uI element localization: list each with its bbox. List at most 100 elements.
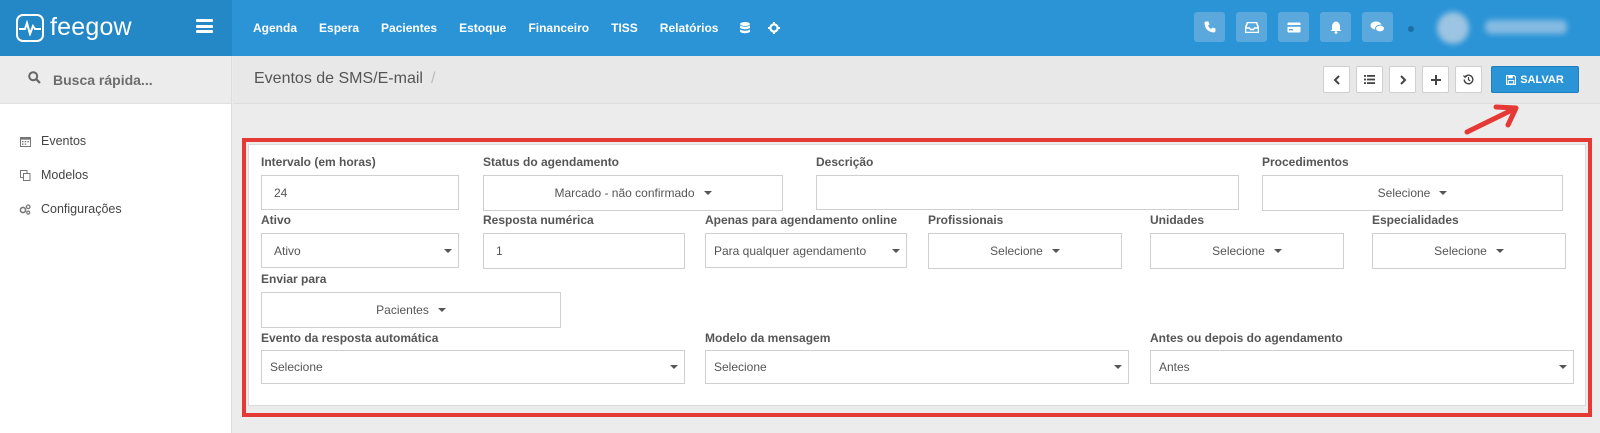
evento-auto-select[interactable]: Selecione <box>261 350 685 384</box>
especialidades-label: Especialidades <box>1372 213 1459 227</box>
caret-down-icon <box>1495 249 1504 253</box>
caret-down-icon <box>703 191 712 195</box>
next-button[interactable] <box>1389 66 1416 93</box>
unidades-label: Unidades <box>1150 213 1205 227</box>
unidades-dropdown[interactable]: Selecione <box>1150 233 1344 269</box>
enviar-dropdown[interactable]: Pacientes <box>261 292 561 328</box>
breadcrumb-separator: / <box>430 70 436 87</box>
descricao-input[interactable] <box>816 175 1239 210</box>
previous-button[interactable] <box>1323 66 1350 93</box>
online-select[interactable]: Para qualquer agendamento <box>705 233 907 268</box>
evento-auto-value: Selecione <box>270 360 323 374</box>
antes-depois-value: Antes <box>1159 360 1190 374</box>
profissionais-dropdown[interactable]: Selecione <box>928 233 1122 269</box>
antes-depois-label: Antes ou depois do agendamento <box>1150 331 1343 345</box>
ativo-value: Ativo <box>274 243 301 258</box>
especialidades-dropdown[interactable]: Selecione <box>1372 233 1566 269</box>
user-name-blurred[interactable] <box>1485 20 1567 34</box>
online-status-dot <box>1408 26 1414 32</box>
caret-down-icon <box>1559 365 1567 369</box>
sidebar-menu: Eventos Modelos Configurações <box>0 104 231 226</box>
caret-down-icon <box>1114 365 1122 369</box>
profissionais-value: Selecione <box>990 244 1043 258</box>
chevron-left-icon <box>1333 74 1340 85</box>
caret-down-icon <box>1273 249 1282 253</box>
avatar[interactable] <box>1437 12 1469 44</box>
modelo-select[interactable]: Selecione <box>705 350 1129 384</box>
sidebar-item-label: Configurações <box>41 202 122 216</box>
sidebar-item-label: Eventos <box>41 134 87 148</box>
cogs-icon <box>19 203 31 215</box>
nav-espera[interactable]: Espera <box>319 21 359 35</box>
nav-estoque[interactable]: Estoque <box>459 21 506 35</box>
caret-down-icon <box>1051 249 1060 253</box>
page-title-text: Eventos de SMS/E-mail <box>254 70 423 87</box>
antes-depois-select[interactable]: Antes <box>1150 350 1574 384</box>
resposta-label: Resposta numérica <box>483 213 594 227</box>
enviar-label: Enviar para <box>261 272 327 286</box>
status-label: Status do agendamento <box>483 155 620 169</box>
card-icon[interactable] <box>1278 12 1309 42</box>
nav-relatorios[interactable]: Relatórios <box>660 21 719 35</box>
evento-auto-label: Evento da resposta automática <box>261 331 439 345</box>
feegow-logo-icon[interactable] <box>16 14 44 42</box>
inbox-icon[interactable] <box>1236 12 1267 42</box>
sidebar-item-configuracoes[interactable]: Configurações <box>0 192 231 226</box>
save-button[interactable]: SALVAR <box>1491 66 1579 93</box>
phone-icon[interactable] <box>1194 12 1225 42</box>
menu-toggle-icon[interactable] <box>196 19 213 33</box>
caret-down-icon <box>1439 191 1448 195</box>
database-icon[interactable] <box>740 22 751 34</box>
enviar-value: Pacientes <box>376 303 429 317</box>
sidebar-item-modelos[interactable]: Modelos <box>0 158 231 192</box>
brand-area: feegow <box>0 0 232 56</box>
bell-icon[interactable] <box>1320 12 1351 42</box>
history-button[interactable] <box>1455 66 1482 93</box>
descricao-label: Descrição <box>816 155 874 169</box>
procedimentos-value: Selecione <box>1377 186 1431 200</box>
nav-pacientes[interactable]: Pacientes <box>381 21 437 35</box>
chevron-right-icon <box>1399 74 1406 85</box>
event-form-panel: Intervalo (em horas) 24 Status do agenda… <box>248 144 1586 406</box>
caret-down-icon <box>670 365 678 369</box>
caret-down-icon <box>892 248 900 253</box>
modelo-value: Selecione <box>714 360 767 374</box>
copy-icon <box>19 169 31 181</box>
top-navbar: feegow Agenda Espera Pacientes Estoque F… <box>0 0 1600 56</box>
record-toolbar <box>1323 66 1482 93</box>
unidades-value: Selecione <box>1212 244 1265 258</box>
page-title: Eventos de SMS/E-mail / <box>254 70 435 88</box>
sidebar-item-eventos[interactable]: Eventos <box>0 124 231 158</box>
profissionais-label: Profissionais <box>928 213 1004 227</box>
procedimentos-dropdown[interactable]: Selecione <box>1262 175 1563 211</box>
save-button-label: SALVAR <box>1520 73 1564 86</box>
nav-financeiro[interactable]: Financeiro <box>528 21 589 35</box>
add-button[interactable] <box>1422 66 1449 93</box>
nav-tiss[interactable]: TISS <box>611 21 638 35</box>
gear-icon[interactable] <box>768 22 781 34</box>
search-icon <box>28 70 41 89</box>
caret-down-icon <box>444 248 452 253</box>
search-input[interactable] <box>53 71 213 88</box>
chat-icon[interactable] <box>1362 12 1393 42</box>
sidebar: Eventos Modelos Configurações <box>0 56 232 433</box>
especialidades-value: Selecione <box>1434 244 1487 258</box>
resposta-input[interactable]: 1 <box>483 233 685 269</box>
ativo-select[interactable]: Ativo <box>261 233 459 268</box>
ativo-label: Ativo <box>261 213 291 227</box>
top-actions <box>1194 12 1393 42</box>
floppy-disk-icon <box>1506 74 1517 85</box>
sidebar-item-label: Modelos <box>41 168 89 182</box>
intervalo-input[interactable]: 24 <box>261 175 459 210</box>
nav-agenda[interactable]: Agenda <box>253 21 297 35</box>
brand-name[interactable]: feegow <box>50 13 132 42</box>
list-icon <box>1364 75 1375 84</box>
modelo-label: Modelo da mensagem <box>705 331 831 345</box>
online-value: Para qualquer agendamento <box>714 243 867 258</box>
list-button[interactable] <box>1356 66 1383 93</box>
status-dropdown[interactable]: Marcado - não confirmado <box>483 175 783 211</box>
main-nav: Agenda Espera Pacientes Estoque Financei… <box>253 0 798 56</box>
annotation-arrow-icon <box>1464 104 1519 135</box>
intervalo-label: Intervalo (em horas) <box>261 155 376 169</box>
procedimentos-label: Procedimentos <box>1262 155 1349 169</box>
